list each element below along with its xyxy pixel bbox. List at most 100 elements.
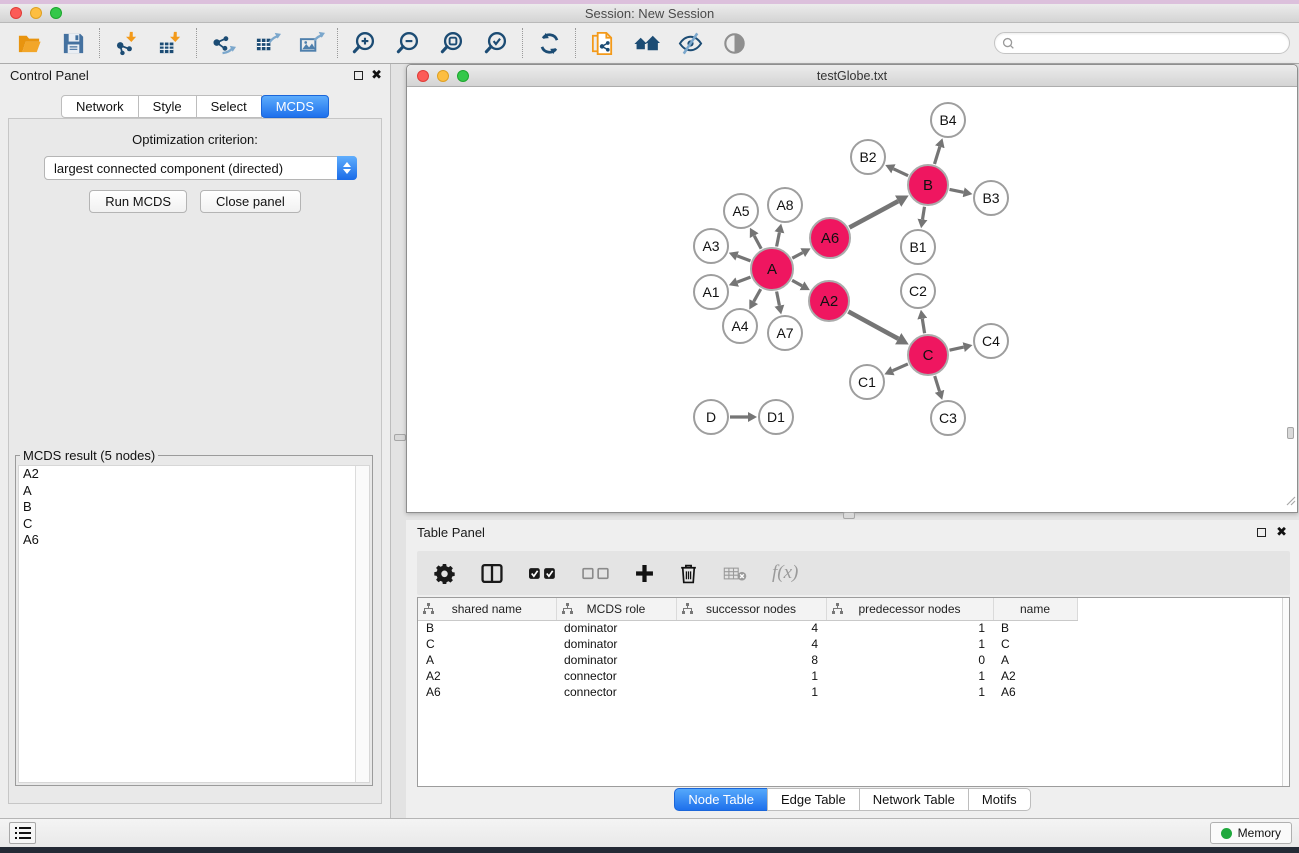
add-column-icon[interactable] (635, 564, 654, 583)
table-cell[interactable]: A6 (418, 684, 556, 700)
column-header-shared-name[interactable]: shared name (418, 598, 556, 620)
horizontal-splitter-handle[interactable] (843, 512, 855, 519)
table-float-icon[interactable] (1257, 528, 1266, 537)
result-item[interactable]: C (19, 516, 369, 533)
graph-edge-A-A3[interactable] (737, 256, 750, 261)
save-session-icon[interactable] (58, 28, 88, 58)
deselect-all-icon[interactable] (582, 567, 610, 580)
table-cell[interactable]: A (418, 652, 556, 668)
zoom-fit-icon[interactable] (437, 28, 467, 58)
result-item[interactable]: A (19, 483, 369, 500)
table-row[interactable]: Cdominator41C (418, 636, 1093, 652)
right-splitter-handle[interactable] (1287, 427, 1294, 439)
open-session-icon[interactable] (14, 28, 44, 58)
result-item[interactable]: B (19, 499, 369, 516)
graph-node-B3[interactable]: B3 (973, 180, 1009, 216)
show-panel-icon[interactable] (719, 28, 749, 58)
graph-node-D1[interactable]: D1 (758, 399, 794, 435)
column-header-name[interactable]: name (993, 598, 1077, 620)
column-header-predecessor-nodes[interactable]: predecessor nodes (826, 598, 993, 620)
window-resize-grip[interactable] (1285, 493, 1296, 511)
tab-node-table[interactable]: Node Table (674, 788, 768, 811)
tab-motifs[interactable]: Motifs (968, 788, 1031, 811)
window-controls[interactable] (10, 7, 62, 19)
graph-edge-B-B3[interactable] (950, 189, 964, 192)
table-cell[interactable]: B (993, 620, 1077, 636)
run-mcds-button[interactable]: Run MCDS (89, 190, 187, 213)
graph-edge-A-A2[interactable] (792, 280, 802, 286)
table-cell[interactable]: 1 (826, 636, 993, 652)
refresh-icon[interactable] (534, 28, 564, 58)
close-window-icon[interactable] (10, 7, 22, 19)
graph-edge-C-C1[interactable] (893, 364, 908, 371)
graph-node-A6[interactable]: A6 (809, 217, 851, 259)
graph-edge-B-B4[interactable] (935, 147, 940, 164)
table-cell[interactable]: 1 (826, 620, 993, 636)
table-cell[interactable]: dominator (556, 652, 676, 668)
graph-node-B1[interactable]: B1 (900, 229, 936, 265)
graph-node-A2[interactable]: A2 (808, 280, 850, 322)
tab-style[interactable]: Style (138, 95, 197, 118)
result-item[interactable]: A2 (19, 466, 369, 483)
zoom-in-icon[interactable] (349, 28, 379, 58)
new-network-from-file-icon[interactable] (587, 28, 617, 58)
table-cell[interactable]: 1 (826, 684, 993, 700)
table-cell[interactable]: A6 (993, 684, 1077, 700)
table-cell[interactable]: dominator (556, 620, 676, 636)
column-header-MCDS-role[interactable]: MCDS role (556, 598, 676, 620)
table-cell[interactable]: B (418, 620, 556, 636)
import-network-icon[interactable] (111, 28, 141, 58)
toggle-column-icon[interactable] (480, 563, 504, 584)
node-table-grid[interactable]: shared nameMCDS rolesuccessor nodesprede… (418, 598, 1093, 700)
dropdown-stepper-icon[interactable] (337, 156, 357, 180)
table-row[interactable]: Adominator80A (418, 652, 1093, 668)
graph-node-C4[interactable]: C4 (973, 323, 1009, 359)
table-row[interactable]: A2connector11A2 (418, 668, 1093, 684)
close-panel-icon[interactable]: ✖ (371, 67, 382, 83)
maximize-window-icon[interactable] (50, 7, 62, 19)
table-row[interactable]: A6connector11A6 (418, 684, 1093, 700)
zoom-out-icon[interactable] (393, 28, 423, 58)
table-cell[interactable]: A2 (418, 668, 556, 684)
graph-node-A5[interactable]: A5 (723, 193, 759, 229)
table-cell[interactable]: A2 (993, 668, 1077, 684)
tab-mcds[interactable]: MCDS (261, 95, 329, 118)
export-table-icon[interactable] (252, 28, 282, 58)
select-all-check-icon[interactable] (529, 567, 557, 580)
graph-edge-C-C4[interactable] (950, 347, 964, 350)
table-cell[interactable]: connector (556, 668, 676, 684)
tab-select[interactable]: Select (196, 95, 262, 118)
graph-node-A1[interactable]: A1 (693, 274, 729, 310)
graph-edge-A6-B[interactable] (849, 201, 898, 227)
graph-edge-B-B1[interactable] (923, 207, 925, 220)
import-table-icon[interactable] (155, 28, 185, 58)
graph-node-C2[interactable]: C2 (900, 273, 936, 309)
graph-node-C3[interactable]: C3 (930, 400, 966, 436)
graph-node-C1[interactable]: C1 (849, 364, 885, 400)
table-cell[interactable]: A (993, 652, 1077, 668)
tab-edge-table[interactable]: Edge Table (767, 788, 860, 811)
graph-edge-A-A6[interactable] (792, 253, 802, 259)
mcds-result-list[interactable]: A2ABCA6 (18, 465, 370, 783)
delete-column-icon[interactable] (679, 563, 698, 584)
graph-node-A7[interactable]: A7 (767, 315, 803, 351)
graph-node-C[interactable]: C (907, 334, 949, 376)
table-scrollbar[interactable] (1282, 598, 1289, 786)
memory-button[interactable]: Memory (1210, 822, 1292, 844)
export-network-icon[interactable] (208, 28, 238, 58)
network-window-titlebar[interactable]: testGlobe.txt (407, 65, 1297, 87)
network-close-icon[interactable] (417, 70, 429, 82)
column-header-successor-nodes[interactable]: successor nodes (676, 598, 826, 620)
graph-node-A4[interactable]: A4 (722, 308, 758, 344)
graph-node-A3[interactable]: A3 (693, 228, 729, 264)
table-row[interactable]: Bdominator41B (418, 620, 1093, 636)
graph-edge-C-C3[interactable] (935, 376, 940, 391)
graph-edge-A-A8[interactable] (777, 232, 780, 246)
table-cell[interactable]: 0 (826, 652, 993, 668)
graph-edge-A-A7[interactable] (777, 292, 780, 306)
network-window-controls[interactable] (417, 70, 469, 82)
graph-node-A8[interactable]: A8 (767, 187, 803, 223)
graph-edge-A2-C[interactable] (848, 312, 898, 339)
graph-node-A[interactable]: A (750, 247, 794, 291)
graph-edge-B-B2[interactable] (893, 169, 908, 176)
